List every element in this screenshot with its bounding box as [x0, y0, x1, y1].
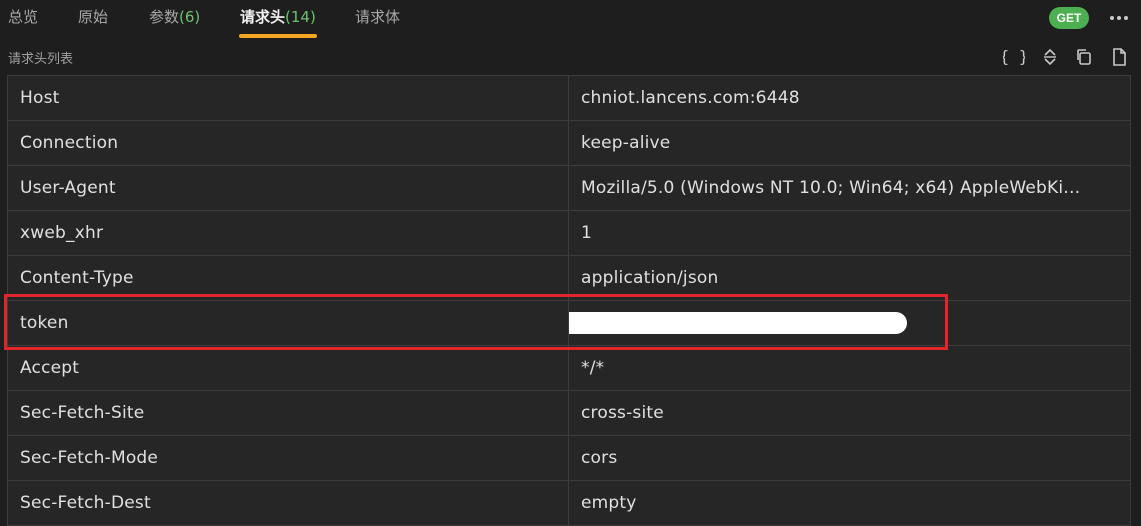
tab-label: 请求头	[240, 8, 286, 26]
table-row[interactable]: Sec-Fetch-Dest empty	[7, 480, 1131, 526]
table-row[interactable]: Host chniot.lancens.com:6448	[7, 75, 1131, 121]
braces-icon[interactable]: { }	[1000, 46, 1029, 68]
copy-icon[interactable]	[1073, 46, 1095, 68]
table-row[interactable]: Accept */*	[7, 345, 1131, 391]
tab-label: 原始	[78, 8, 109, 26]
tab-count: (6)	[179, 8, 201, 26]
table-row[interactable]: token	[7, 300, 1131, 346]
header-key: xweb_xhr	[7, 210, 569, 256]
redaction-mark	[569, 312, 907, 334]
header-key: Host	[7, 75, 569, 121]
tab-overview[interactable]: 总览	[8, 6, 38, 38]
header-key: Connection	[7, 120, 569, 166]
header-value: chniot.lancens.com:6448	[568, 75, 1131, 121]
header-value: */*	[568, 345, 1131, 391]
list-title: 请求头列表	[8, 52, 74, 67]
tab-label: 参数	[149, 8, 180, 26]
header-key: Sec-Fetch-Mode	[7, 435, 569, 481]
headers-table: Host chniot.lancens.com:6448 Connection …	[7, 75, 1131, 526]
tab-count: (14)	[285, 8, 316, 26]
tab-label: 总览	[8, 8, 39, 26]
tab-raw[interactable]: 原始	[78, 6, 108, 38]
table-row[interactable]: User-Agent Mozilla/5.0 (Windows NT 10.0;…	[7, 165, 1131, 211]
tab-params[interactable]: 参数(6)	[149, 6, 200, 38]
tab-request-body[interactable]: 请求体	[355, 6, 400, 38]
table-row[interactable]: Connection keep-alive	[7, 120, 1131, 166]
header-value: cross-site	[568, 390, 1131, 436]
header-value: empty	[568, 480, 1131, 526]
header-key: Sec-Fetch-Dest	[7, 480, 569, 526]
more-icon[interactable]	[1108, 8, 1130, 28]
header-value: Mozilla/5.0 (Windows NT 10.0; Win64; x64…	[568, 165, 1131, 211]
header-key: Content-Type	[7, 255, 569, 301]
file-icon[interactable]	[1108, 46, 1130, 68]
tab-bar: 总览 原始 参数(6) 请求头(14) 请求体 GET	[0, 0, 1141, 38]
request-inspector: 总览 原始 参数(6) 请求头(14) 请求体 GET 请求头列表 { }	[0, 0, 1141, 526]
header-key: Accept	[7, 345, 569, 391]
tab-label: 请求体	[355, 8, 401, 26]
table-row[interactable]: Sec-Fetch-Mode cors	[7, 435, 1131, 481]
svg-text:{ }: { }	[1003, 47, 1025, 66]
header-value: cors	[568, 435, 1131, 481]
list-header: 请求头列表 { }	[0, 42, 1141, 72]
table-row[interactable]: xweb_xhr 1	[7, 210, 1131, 256]
table-row[interactable]: Sec-Fetch-Site cross-site	[7, 390, 1131, 436]
header-key: token	[7, 300, 569, 346]
header-key: Sec-Fetch-Site	[7, 390, 569, 436]
header-value: 1	[568, 210, 1131, 256]
method-badge: GET	[1049, 7, 1089, 29]
active-tab-indicator	[239, 34, 317, 38]
header-value-redacted	[568, 300, 1131, 346]
header-value: application/json	[568, 255, 1131, 301]
header-value: keep-alive	[568, 120, 1131, 166]
header-key: User-Agent	[7, 165, 569, 211]
table-row[interactable]: Content-Type application/json	[7, 255, 1131, 301]
expand-collapse-icon[interactable]	[1039, 46, 1061, 68]
